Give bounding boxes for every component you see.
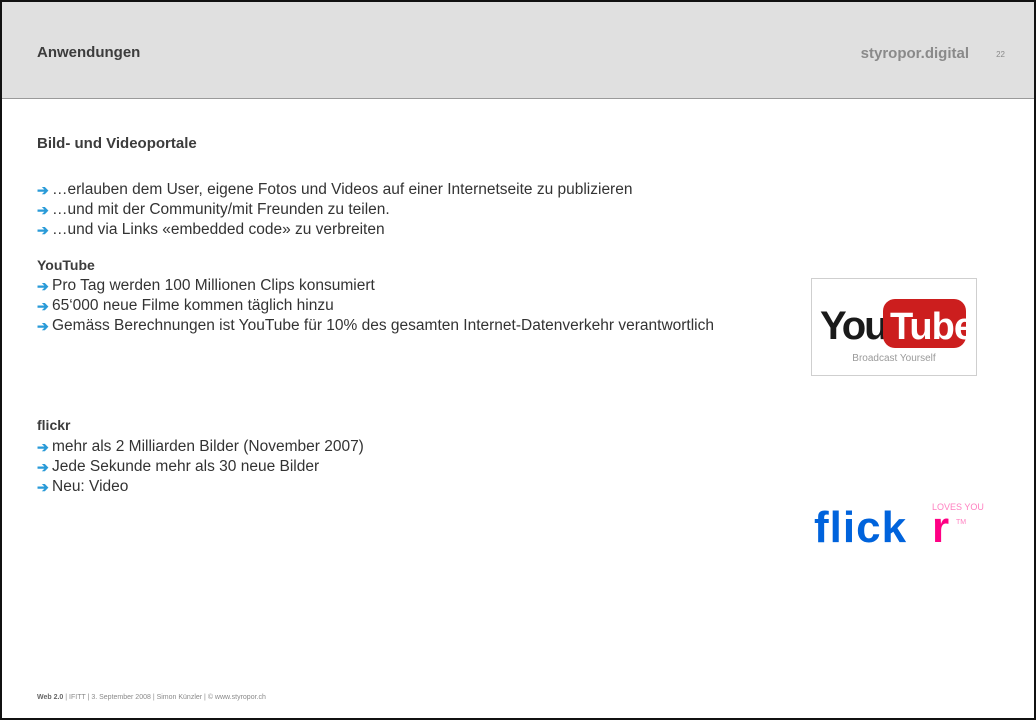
list-item: ➔ …und mit der Community/mit Freunden zu … [37,201,390,218]
svg-text:r: r [932,503,949,550]
svg-text:You: You [820,304,887,348]
svg-text:TM: TM [956,519,966,526]
youtube-bullet-list: ➔ Pro Tag werden 100 Millionen Clips kons… [37,276,797,336]
section-title: Bild- und Videoportale [37,135,197,152]
brand-name: styropor.digital [860,45,969,62]
list-item: ➔ Jede Sekunde mehr als 30 neue Bilder [37,458,320,475]
arrow-right-icon: ➔ [37,202,49,218]
slide-title: Anwendungen [37,44,141,61]
flickr-logo: LOVES YOU flick r TM [814,500,989,552]
page-number: 22 [996,50,1005,59]
youtube-logo-graphic: You Tube Broadcast Yourself [820,299,975,364]
flickr-logo-graphic: LOVES YOU flick r TM [814,502,984,552]
arrow-right-icon: ➔ [37,318,49,334]
svg-text:Tube: Tube [890,306,974,348]
arrow-right-icon: ➔ [37,182,49,198]
list-item: ➔ Neu: Video [37,478,129,495]
list-item: ➔ Pro Tag werden 100 Millionen Clips kons… [37,277,375,294]
arrow-right-icon: ➔ [37,278,49,294]
list-item: ➔ …und via Links «embedded code» zu verbr… [37,221,385,238]
arrow-right-icon: ➔ [37,298,49,314]
list-item: ➔ …erlauben dem User, eigene Fotos und Vi… [37,181,633,198]
list-item: ➔ 65‘000 neue Filme kommen täglich hinzu [37,297,334,314]
youtube-title: YouTube [37,257,95,273]
slide-header: Anwendungen styropor.digital 22 [2,2,1034,99]
arrow-right-icon: ➔ [37,439,49,455]
arrow-right-icon: ➔ [37,222,49,238]
footer-text: | IFITT | 3. September 2008 | Simon Künz… [63,694,266,701]
slide-footer: Web 2.0 | IFITT | 3. September 2008 | Si… [37,694,266,701]
list-item: ➔ Gemäss Berechnungen ist YouTube für 10%… [37,317,714,334]
arrow-right-icon: ➔ [37,459,49,475]
arrow-right-icon: ➔ [37,479,49,495]
intro-bullet-list: ➔ …erlauben dem User, eigene Fotos und Vi… [37,180,837,240]
slide: Anwendungen styropor.digital 22 Bild- un… [0,0,1036,720]
flickr-bullet-list: ➔ mehr als 2 Milliarden Bilder (November … [37,437,737,497]
flickr-title: flickr [37,417,71,433]
footer-bold: Web 2.0 [37,694,64,701]
list-item: ➔ mehr als 2 Milliarden Bilder (November … [37,438,364,455]
youtube-logo: You Tube Broadcast Yourself [811,278,977,376]
svg-text:Broadcast Yourself: Broadcast Yourself [852,353,936,364]
svg-text:flick: flick [814,503,907,550]
